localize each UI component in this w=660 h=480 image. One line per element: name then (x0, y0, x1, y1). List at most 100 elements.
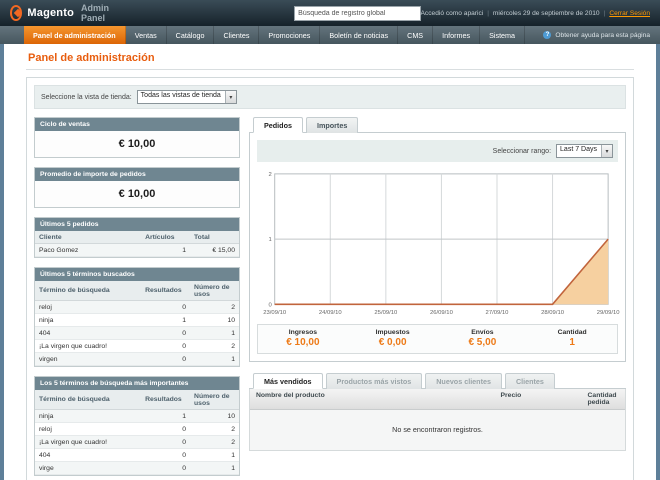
table-header-row: Término de búsqueda Resultados Número de u… (35, 390, 239, 410)
table-cell: ¡La virgen que cuadro! (35, 435, 142, 449)
avg-order-box: Promedio de importe de pedidos € 10,00 (34, 167, 240, 208)
nav-item-promociones[interactable]: Promociones (259, 26, 321, 44)
tab-pedidos[interactable]: Pedidos (253, 117, 303, 133)
table-cell: Paco Gomez (35, 243, 142, 257)
page-help-link[interactable]: ? Obtener ayuda para esta página (543, 26, 660, 44)
last-orders-table-data: Cliente Artículos Total Paco Gomez 1 € 15,00 (35, 231, 239, 257)
table-row[interactable]: ninja 1 10 (35, 409, 239, 423)
table-row[interactable]: 404 0 1 (35, 448, 239, 462)
nav-item-cms[interactable]: CMS (398, 26, 434, 44)
separator: | (603, 9, 606, 17)
table-cell: 1 (141, 243, 191, 257)
nav-items: Panel de administración Ventas Catálogo Cli… (24, 26, 526, 44)
svg-text:24/09/10: 24/09/10 (319, 310, 343, 316)
total-label: Cantidad (557, 329, 587, 337)
total-value: € 0,00 (378, 337, 407, 349)
orders-chart: 0 1 2 23/09/10 24/09/10 25/09/10 26/09/10 27/09… (263, 172, 620, 316)
tab-nuevos-clientes[interactable]: Nuevos clientes (425, 373, 502, 390)
table-cell: virgen (35, 352, 142, 366)
table-cell: 0 (141, 461, 191, 475)
store-view-select[interactable]: Todas las vistas de tienda ▾ (136, 90, 237, 104)
nav-item-ventas[interactable]: Ventas (126, 26, 167, 44)
range-bar: Seleccionar rango: Last 7 Days ▾ (257, 140, 618, 162)
table-cell: 10 (190, 313, 239, 327)
table-row[interactable]: ¡La virgen que cuadro! 0 2 (35, 435, 239, 449)
nav-item-informes[interactable]: Informes (433, 26, 481, 44)
total-ingresos: Ingresos € 10,00 (258, 329, 348, 348)
logout-link[interactable]: Cerrar Sesión (609, 10, 650, 17)
table-row[interactable]: Paco Gomez 1 € 15,00 (35, 243, 239, 257)
last-orders-table: Cliente Artículos Total Paco Gomez 1 € 15,00 (35, 231, 239, 257)
svg-text:28/09/10: 28/09/10 (541, 310, 565, 316)
table-cell: virge (35, 461, 142, 475)
tab-productos-mas-vistos[interactable]: Productos más vistos (325, 373, 423, 390)
table-cell: 0 (141, 435, 191, 449)
title-divider (26, 69, 634, 70)
table-cell: reloj (35, 422, 142, 436)
table-row[interactable]: reloj 0 2 (35, 300, 239, 314)
table-cell: 404 (35, 448, 142, 462)
tab-mas-vendidos[interactable]: Más vendidos (253, 373, 323, 390)
nav-item-sistema[interactable]: Sistema (480, 26, 526, 44)
total-label: Envíos (471, 329, 494, 337)
table-cell: 2 (190, 300, 239, 314)
store-view-label: Seleccione la vista de tienda: (41, 93, 132, 101)
nav-item-clientes[interactable]: Clientes (214, 26, 260, 44)
table-cell: 1 (190, 352, 239, 366)
box-title: Últimos 5 pedidos (35, 218, 239, 231)
sales-cycle-value: € 10,00 (35, 131, 239, 157)
table-header-row: Término de búsqueda Resultados Número de u… (35, 281, 239, 301)
box-title: Promedio de importe de pedidos (35, 168, 239, 181)
help-label: Obtener ayuda para esta página (555, 31, 650, 39)
chevron-down-icon: ▾ (224, 91, 236, 103)
global-search-input[interactable] (294, 5, 421, 21)
table-row[interactable]: virgen 0 1 (35, 352, 239, 366)
column-header: Número de usos (190, 390, 239, 410)
logged-in-as: Accedió como aparici (420, 9, 484, 17)
svg-text:25/09/10: 25/09/10 (374, 310, 398, 316)
tab-clientes[interactable]: Clientes (504, 373, 555, 390)
page-title: Panel de administración (28, 52, 155, 64)
table-header-row: Cliente Artículos Total (35, 231, 239, 244)
table-cell: 1 (190, 326, 239, 340)
table-row[interactable]: reloj 0 2 (35, 422, 239, 436)
box-title: Los 5 términos de búsqueda más important… (35, 377, 239, 390)
total-value: 1 (569, 337, 575, 349)
bottom-tabs: Más vendidos Productos más vistos Nuevos c… (249, 373, 626, 390)
total-cantidad: Cantidad 1 (527, 329, 617, 348)
column-header: Total (190, 231, 239, 244)
chart-tabs: Pedidos Importes (249, 117, 626, 133)
range-value: Last 7 Days (560, 146, 597, 153)
help-icon: ? (543, 31, 552, 39)
table-cell: ninja (35, 313, 142, 327)
range-select[interactable]: Last 7 Days ▾ (556, 144, 613, 158)
column-header: Número de usos (190, 281, 239, 301)
table-row[interactable]: virge 0 1 (35, 461, 239, 475)
nav-item-catalogo[interactable]: Catálogo (167, 26, 215, 44)
header-date: miércoles 29 de septiembre de 2010 (492, 9, 600, 17)
table-cell: 2 (190, 435, 239, 449)
store-view-bar: Seleccione la vista de tienda: Todas las… (34, 85, 626, 109)
dashboard-container: Seleccione la vista de tienda: Todas las… (26, 77, 634, 480)
avg-order-value: € 10,00 (35, 181, 239, 207)
last-search-table: Término de búsqueda Resultados Número de u… (35, 281, 239, 366)
magento-logo: Magento Admin Panel (10, 3, 119, 23)
column-header: Artículos (141, 231, 191, 244)
table-row[interactable]: 404 0 1 (35, 326, 239, 340)
nav-item-boletin-de-noticias[interactable]: Boletín de noticias (320, 26, 399, 44)
table-row[interactable]: ¡La virgen que cuadro! 0 2 (35, 339, 239, 353)
column-header: Término de búsqueda (35, 281, 142, 301)
chevron-down-icon: ▾ (601, 145, 612, 157)
svg-text:1: 1 (268, 237, 271, 243)
header-bar: Magento Admin Panel Accedió como aparici… (0, 0, 660, 26)
left-column: Ciclo de ventas € 10,00 Promedio de impo… (34, 117, 240, 480)
table-cell: 2 (190, 339, 239, 353)
table-row[interactable]: ninja 1 10 (35, 313, 239, 327)
range-label: Seleccionar rango: (492, 147, 552, 155)
totals-row: Ingresos € 10,00 Impuestos € 0,00 Envíos € 5,… (257, 324, 618, 355)
column-header: Término de búsqueda (35, 390, 142, 410)
nav-item-panel-de-administracion[interactable]: Panel de administración (24, 26, 126, 44)
svg-text:26/09/10: 26/09/10 (430, 310, 454, 316)
box-title: Últimos 5 términos buscados (35, 268, 239, 281)
tab-importes[interactable]: Importes (305, 117, 359, 133)
